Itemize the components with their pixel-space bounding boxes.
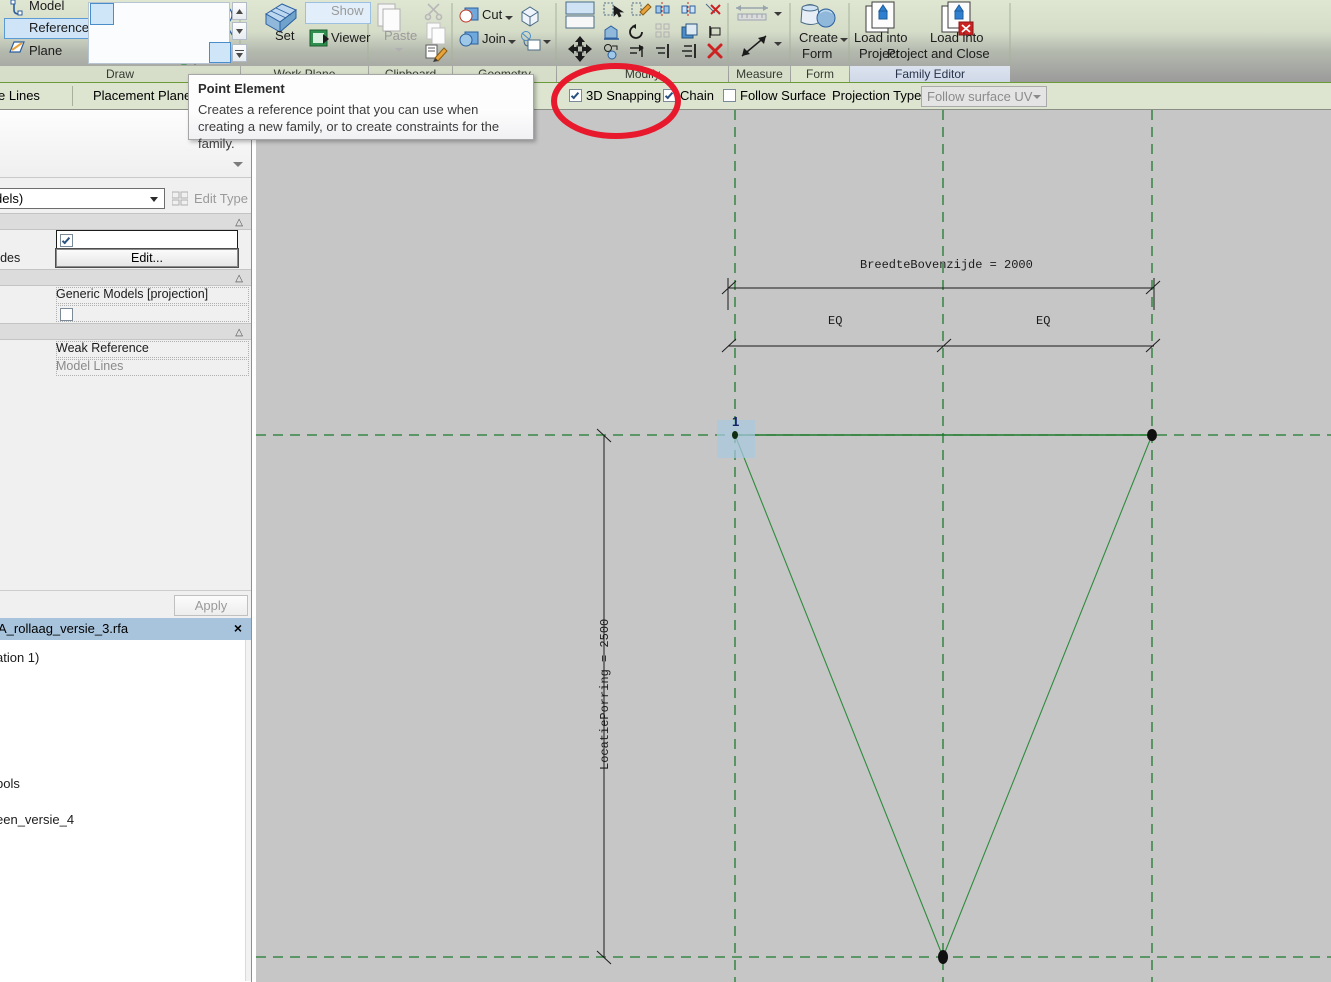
canvas-graphics: 1 — [256, 110, 1331, 982]
load-into-project-and-close-label-1[interactable]: Load into — [930, 30, 984, 45]
visibility-overrides-row[interactable]: rrides Edit... — [0, 248, 251, 268]
draw-model-label[interactable]: Model — [29, 0, 64, 13]
revit-window: Model Reference Plane Set Show Viewer Pa… — [0, 0, 1331, 982]
edit-type-button[interactable]: Edit Type — [172, 188, 248, 209]
chevron-up-icon[interactable]: △ — [235, 274, 243, 284]
top-width-dimension-label[interactable]: BreedteBovenzijde = 2000 — [860, 258, 1033, 272]
geometry-more-dropdown-arrow[interactable] — [543, 40, 551, 44]
panel-title-measure: Measure — [729, 66, 790, 83]
visible-property-row[interactable] — [0, 230, 251, 250]
type-selector[interactable]: dels) — [0, 188, 165, 209]
clipboard-paste-label: Paste — [384, 28, 418, 43]
load-into-project-and-close-label-2[interactable]: Project and Close — [887, 46, 990, 61]
eq-right-dimension-label[interactable]: EQ — [1036, 314, 1050, 328]
geometry-join-label[interactable]: Join — [482, 31, 506, 46]
property-group-constraints[interactable]: △ — [0, 269, 251, 286]
property-group-graphics[interactable]: △ — [0, 213, 251, 230]
property-group-identity[interactable]: △ — [0, 323, 251, 340]
create-form-label-2[interactable]: Form — [802, 46, 832, 61]
edit-type-label: Edit Type — [194, 191, 248, 206]
annotation-ellipse — [551, 63, 681, 139]
measure-align-dropdown-arrow[interactable] — [774, 12, 782, 16]
cut-dropdown-arrow[interactable] — [505, 16, 513, 20]
chevron-down-icon[interactable] — [1033, 95, 1041, 99]
drawing-canvas[interactable]: 1 BreedteBovenzijde = 2000 EQ EQ Locatie… — [256, 110, 1331, 982]
follow-surface-checkbox[interactable] — [723, 89, 736, 102]
reference-points — [732, 429, 1157, 964]
draw-gallery-expand[interactable] — [232, 44, 247, 62]
join-dropdown-arrow[interactable] — [508, 40, 516, 44]
visibility-overrides-label: rrides — [0, 251, 21, 265]
options-separator-1 — [72, 86, 73, 106]
chevron-up-icon[interactable]: △ — [235, 218, 243, 228]
projection-type-label: Projection Type: — [832, 88, 925, 103]
close-icon[interactable]: × — [231, 621, 245, 636]
model-line-left-diagonal — [734, 434, 944, 958]
load-into-project-label-1[interactable]: Load into — [854, 30, 908, 45]
material-row[interactable] — [0, 305, 251, 323]
tooltip: Point Element Creates a reference point … — [188, 74, 534, 151]
draw-gallery-scroll-down[interactable] — [232, 22, 247, 40]
browser-item-symbols[interactable]: bols — [0, 776, 20, 791]
follow-surface-label[interactable]: Follow Surface — [740, 83, 826, 109]
reference-point-bottom — [938, 950, 948, 964]
tooltip-title: Point Element — [198, 81, 285, 96]
type-selector-value: dels) — [0, 191, 24, 206]
chevron-up-icon[interactable]: △ — [235, 328, 243, 338]
draw-plane-label[interactable]: Plane — [29, 43, 62, 58]
reference-point-selected — [732, 431, 738, 439]
browser-item-view[interactable]: ation 1) — [0, 650, 39, 665]
edit-type-icon — [172, 191, 188, 206]
draw-reference-label[interactable]: Reference — [29, 20, 89, 35]
properties-apply-area: Apply — [0, 590, 251, 618]
top-width-dimension-graphic — [721, 278, 1161, 310]
geometry-cut-label[interactable]: Cut — [482, 7, 502, 22]
paste-dropdown-arrow — [395, 48, 403, 52]
subcategory-value: Generic Models [projection] — [56, 287, 209, 301]
browser-item-family[interactable]: een_versie_4 — [0, 812, 74, 827]
chain-label[interactable]: Chain — [680, 83, 714, 109]
material-value-cell[interactable] — [56, 305, 249, 322]
draw-gallery-scroll-up[interactable] — [232, 2, 247, 20]
projection-type-select[interactable]: Follow surface UV — [921, 86, 1047, 107]
project-browser-title-bar: A_rollaag_versie_3.rfa × — [0, 618, 251, 640]
project-browser: A_rollaag_versie_3.rfa × ation 1) bols e… — [0, 618, 252, 982]
options-lines-label: e Lines — [0, 88, 40, 103]
work-plane-show-label: Show — [331, 3, 364, 18]
project-browser-scrollbar[interactable] — [245, 640, 251, 981]
reference-value: Weak Reference — [56, 341, 149, 355]
lines-row[interactable]: Model Lines — [0, 359, 251, 377]
reference-point-right — [1147, 429, 1157, 441]
properties-palette: dels) Edit Type △ rrides Edit... — [0, 110, 252, 618]
draw-tool-line[interactable] — [90, 3, 114, 25]
measure-distance-dropdown-arrow[interactable] — [774, 42, 782, 46]
create-form-label-1[interactable]: Create — [799, 30, 838, 45]
apply-button[interactable]: Apply — [174, 595, 248, 616]
draw-tool-point-element[interactable] — [209, 42, 231, 63]
tooltip-body: Creates a reference point that you can u… — [198, 102, 500, 151]
projection-type-value: Follow surface UV — [927, 89, 1033, 104]
material-checkbox[interactable] — [60, 308, 73, 321]
subcategory-row[interactable]: Generic Models [projection] — [0, 287, 251, 305]
panel-title-form: Form — [791, 66, 849, 83]
project-browser-title: A_rollaag_versie_3.rfa — [0, 621, 129, 636]
eq-left-dimension-label[interactable]: EQ — [828, 314, 842, 328]
model-line-right-diagonal — [942, 434, 1153, 958]
work-plane-set-label[interactable]: Set — [275, 28, 295, 43]
create-form-dropdown-arrow[interactable] — [840, 38, 848, 42]
reference-row[interactable]: Weak Reference — [0, 341, 251, 359]
point-index-label: 1 — [732, 414, 739, 429]
panel-title-family-editor: Family Editor — [850, 66, 1010, 83]
visible-checkbox[interactable] — [60, 234, 73, 247]
eq-dimension-graphic — [721, 338, 1161, 353]
options-placement-plane-label: Placement Plane: — [93, 88, 195, 103]
chevron-down-icon[interactable] — [233, 162, 243, 167]
visible-value-cell[interactable] — [56, 230, 238, 250]
height-dimension-label[interactable]: LocatiePorring = 2500 — [598, 619, 612, 770]
work-plane-viewer-label[interactable]: Viewer — [331, 30, 371, 45]
project-browser-tree[interactable]: ation 1) bols een_versie_4 — [0, 640, 245, 981]
chevron-down-icon[interactable] — [150, 197, 158, 202]
visibility-overrides-edit-button[interactable]: Edit... — [55, 248, 239, 268]
lines-value: Model Lines — [56, 359, 124, 373]
